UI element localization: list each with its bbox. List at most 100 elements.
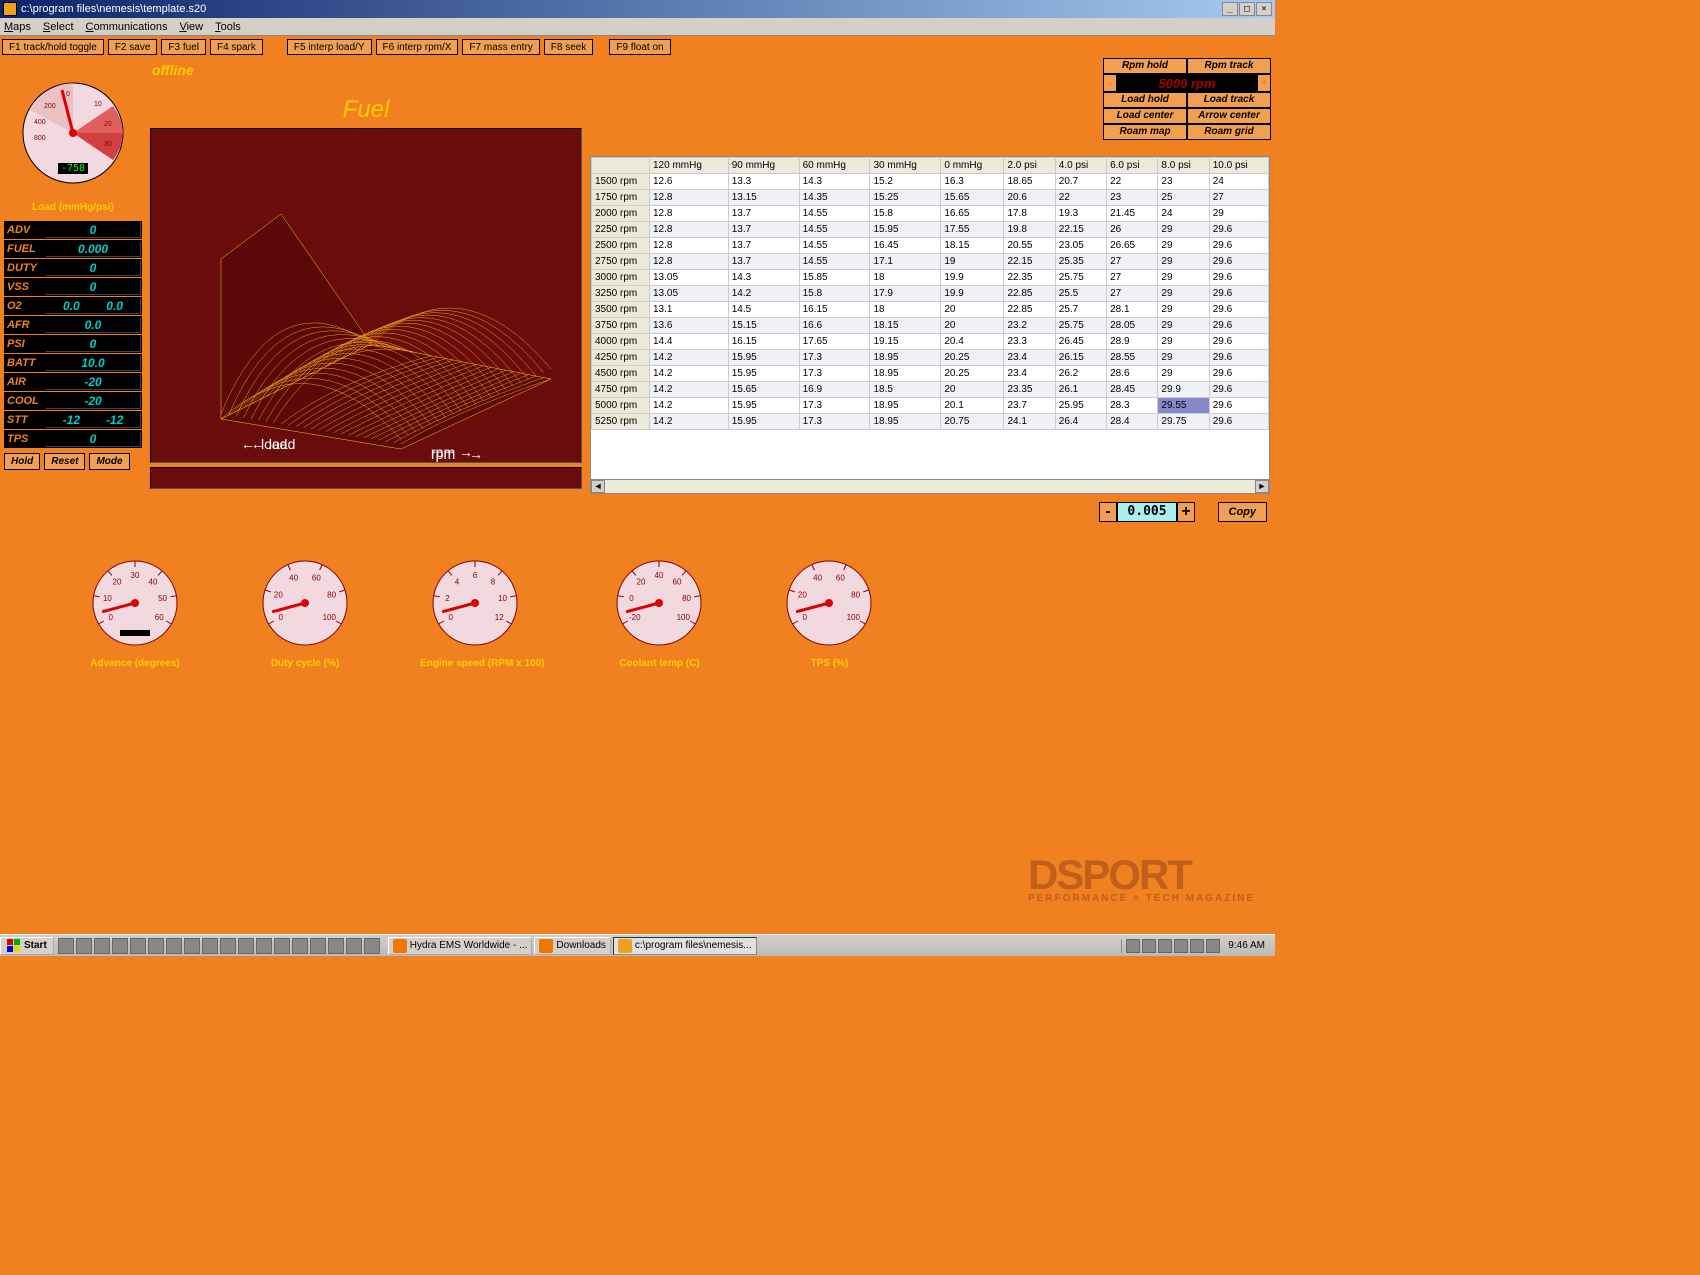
table-cell[interactable]: 29 [1158,286,1209,302]
table-cell[interactable]: 29 [1158,350,1209,366]
table-header[interactable]: 120 mmHg [650,158,729,174]
fuel-table[interactable]: 120 mmHg90 mmHg60 mmHg30 mmHg0 mmHg2.0 p… [591,157,1269,430]
table-cell[interactable]: 29 [1158,222,1209,238]
table-cell[interactable]: 29.55 [1158,398,1209,414]
table-cell[interactable]: 28.6 [1107,366,1158,382]
table-cell[interactable]: 23.4 [1004,366,1055,382]
reset-button[interactable]: Reset [44,453,85,470]
roam-map-button[interactable]: Roam map [1103,124,1187,140]
roam-grid-button[interactable]: Roam grid [1187,124,1271,140]
table-cell[interactable]: 20.4 [941,334,1004,350]
table-cell[interactable]: 5000 rpm [592,398,650,414]
table-cell[interactable]: 24 [1158,206,1209,222]
table-cell[interactable]: 15.15 [728,318,799,334]
table-cell[interactable]: 18 [870,270,941,286]
table-cell[interactable]: 14.55 [799,254,870,270]
table-cell[interactable]: 27 [1107,254,1158,270]
table-cell[interactable]: 14.55 [799,238,870,254]
ql-icon[interactable] [346,938,362,954]
table-header[interactable]: 0 mmHg [941,158,1004,174]
copy-button[interactable]: Copy [1218,502,1268,522]
table-cell[interactable]: 29 [1158,366,1209,382]
table-cell[interactable]: 17.9 [870,286,941,302]
table-cell[interactable]: 29.6 [1209,334,1268,350]
menu-communications[interactable]: Communications [86,21,168,33]
table-cell[interactable]: 14.55 [799,206,870,222]
table-cell[interactable]: 14.55 [799,222,870,238]
f8-button[interactable]: F8 seek [544,39,594,55]
table-cell[interactable]: 16.15 [728,334,799,350]
table-header[interactable]: 60 mmHg [799,158,870,174]
table-cell[interactable]: 15.25 [870,190,941,206]
table-cell[interactable]: 26.2 [1055,366,1106,382]
ql-icon[interactable] [58,938,74,954]
table-cell[interactable]: 26.4 [1055,414,1106,430]
load-track-button[interactable]: Load track [1187,92,1271,108]
f4-button[interactable]: F4 spark [210,39,263,55]
table-cell[interactable]: 14.2 [650,350,729,366]
table-cell[interactable]: 17.3 [799,366,870,382]
table-cell[interactable]: 2750 rpm [592,254,650,270]
rpm-hold-button[interactable]: Rpm hold [1103,58,1187,74]
table-cell[interactable]: 22.15 [1055,222,1106,238]
fuel-table-wrap[interactable]: 120 mmHg90 mmHg60 mmHg30 mmHg0 mmHg2.0 p… [590,156,1270,494]
table-cell[interactable]: 20 [941,302,1004,318]
table-cell[interactable]: 4000 rpm [592,334,650,350]
table-cell[interactable]: 26.1 [1055,382,1106,398]
table-cell[interactable]: 13.3 [728,174,799,190]
table-cell[interactable]: 27 [1209,190,1268,206]
taskbar-task[interactable]: c:\program files\nemesis... [613,937,757,955]
table-cell[interactable]: 1750 rpm [592,190,650,206]
table-cell[interactable]: 19.9 [941,270,1004,286]
table-cell[interactable]: 23.4 [1004,350,1055,366]
rpm-plus-button[interactable]: + [1257,74,1271,92]
table-cell[interactable]: 14.35 [799,190,870,206]
table-cell[interactable]: 29 [1158,238,1209,254]
table-cell[interactable]: 22 [1055,190,1106,206]
table-cell[interactable]: 23.7 [1004,398,1055,414]
table-cell[interactable]: 29.6 [1209,414,1268,430]
table-cell[interactable]: 28.4 [1107,414,1158,430]
table-cell[interactable]: 20.7 [1055,174,1106,190]
minus-button[interactable]: - [1099,502,1117,522]
table-cell[interactable]: 29 [1209,206,1268,222]
load-center-button[interactable]: Load center [1103,108,1187,124]
table-header[interactable] [592,158,650,174]
table-cell[interactable]: 29.6 [1209,398,1268,414]
table-cell[interactable]: 19.15 [870,334,941,350]
ql-icon[interactable] [76,938,92,954]
table-cell[interactable]: 14.3 [799,174,870,190]
table-cell[interactable]: 17.3 [799,398,870,414]
table-cell[interactable]: 29 [1158,270,1209,286]
table-cell[interactable]: 29.6 [1209,238,1268,254]
table-cell[interactable]: 19.9 [941,286,1004,302]
table-cell[interactable]: 15.95 [728,350,799,366]
f3-button[interactable]: F3 fuel [161,39,206,55]
table-header[interactable]: 6.0 psi [1107,158,1158,174]
load-hold-button[interactable]: Load hold [1103,92,1187,108]
table-cell[interactable]: 2000 rpm [592,206,650,222]
table-cell[interactable]: 29.6 [1209,270,1268,286]
tray-icon[interactable] [1190,939,1204,953]
table-header[interactable]: 8.0 psi [1158,158,1209,174]
table-cell[interactable]: 14.4 [650,334,729,350]
table-cell[interactable]: 14.2 [650,382,729,398]
table-cell[interactable]: 14.2 [728,286,799,302]
taskbar-task[interactable]: Downloads [534,937,610,955]
table-cell[interactable]: 13.7 [728,254,799,270]
table-cell[interactable]: 20.75 [941,414,1004,430]
taskbar-task[interactable]: Hydra EMS Worldwide - ... [388,937,533,955]
table-cell[interactable]: 17.8 [1004,206,1055,222]
table-cell[interactable]: 29.6 [1209,286,1268,302]
table-cell[interactable]: 13.05 [650,270,729,286]
table-cell[interactable]: 13.1 [650,302,729,318]
tray-icon[interactable] [1158,939,1172,953]
table-cell[interactable]: 26.45 [1055,334,1106,350]
table-cell[interactable]: 25.95 [1055,398,1106,414]
table-cell[interactable]: 23 [1158,174,1209,190]
table-cell[interactable]: 17.3 [799,414,870,430]
table-cell[interactable]: 23.2 [1004,318,1055,334]
table-cell[interactable]: 16.6 [799,318,870,334]
table-cell[interactable]: 20.25 [941,366,1004,382]
table-cell[interactable]: 24.1 [1004,414,1055,430]
